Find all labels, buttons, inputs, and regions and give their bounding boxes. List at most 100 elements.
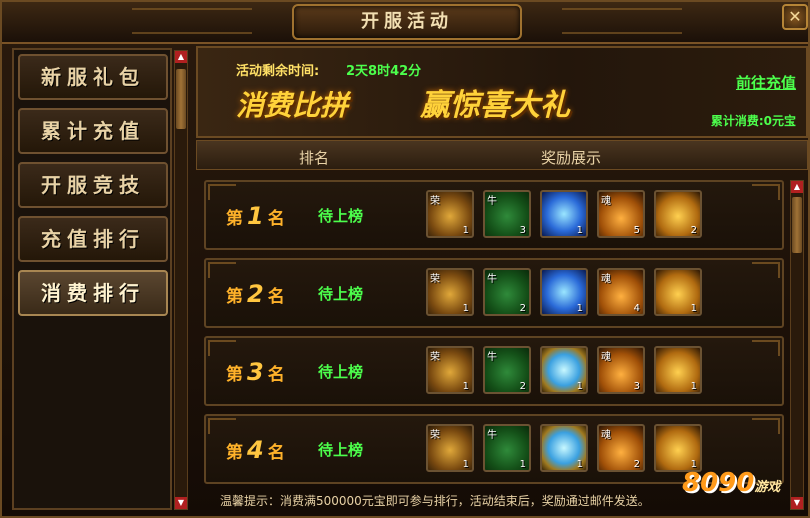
soul-bag-icon[interactable]: 魂5 bbox=[597, 190, 645, 238]
banner-title-right: 赢惊喜大礼 bbox=[420, 88, 570, 123]
title-bar: 开服活动 ✕ bbox=[2, 2, 808, 44]
golden-chest-icon[interactable]: 荣1 bbox=[426, 346, 474, 394]
golden-horn-icon[interactable]: 1 bbox=[654, 346, 702, 394]
blue-gem-icon[interactable]: 1 bbox=[540, 424, 588, 472]
sidebar: 新服礼包 累计充值 开服竞技 充值排行 消费排行 bbox=[12, 48, 172, 510]
rank-number: 2 bbox=[247, 280, 264, 308]
rank-label: 第4名 bbox=[226, 436, 285, 464]
item-tag: 荣 bbox=[430, 196, 440, 207]
item-tag: 荣 bbox=[430, 274, 440, 285]
column-header-rank: 排名 bbox=[299, 149, 330, 167]
item-qty: 2 bbox=[519, 381, 526, 392]
item-tag: 魂 bbox=[601, 274, 611, 285]
soul-bag-icon[interactable]: 魂4 bbox=[597, 268, 645, 316]
item-tag: 魂 bbox=[601, 196, 611, 207]
soul-bag-icon[interactable]: 魂3 bbox=[597, 346, 645, 394]
rank-suffix: 名 bbox=[267, 443, 285, 463]
golden-chest-icon[interactable]: 荣1 bbox=[426, 424, 474, 472]
item-qty: 5 bbox=[633, 225, 640, 236]
jade-chest-icon[interactable]: 牛2 bbox=[483, 268, 531, 316]
rank-number: 3 bbox=[247, 358, 264, 386]
blue-gem-icon[interactable]: 1 bbox=[540, 268, 588, 316]
rank-status: 待上榜 bbox=[318, 207, 364, 225]
rank-row-3: 第3名 待上榜 荣1 牛2 1 魂3 1 bbox=[204, 336, 784, 406]
sidebar-scroll-thumb[interactable] bbox=[176, 69, 186, 129]
golden-chest-icon[interactable]: 荣1 bbox=[426, 268, 474, 316]
footer-tip: 温馨提示：消费满500000元宝即可参与排行，活动结束后，奖励通过邮件发送。 bbox=[220, 494, 650, 508]
ranking-scrollbar[interactable]: ▲ ▼ bbox=[790, 180, 804, 510]
item-qty: 1 bbox=[576, 225, 583, 236]
sidebar-item-spend-ranking[interactable]: 消费排行 bbox=[18, 270, 168, 316]
jade-chest-icon[interactable]: 牛2 bbox=[483, 346, 531, 394]
item-qty: 3 bbox=[633, 381, 640, 392]
rank-label: 第1名 bbox=[226, 202, 285, 230]
rank-status: 待上榜 bbox=[318, 285, 364, 303]
title-ornament-left bbox=[132, 8, 252, 34]
jade-chest-icon[interactable]: 牛1 bbox=[483, 424, 531, 472]
soul-bag-icon[interactable]: 魂2 bbox=[597, 424, 645, 472]
golden-horn-icon[interactable]: 1 bbox=[654, 424, 702, 472]
rank-prefix: 第 bbox=[226, 287, 243, 307]
scroll-down-arrow-icon[interactable]: ▼ bbox=[175, 497, 187, 509]
sidebar-item-recharge-ranking[interactable]: 充值排行 bbox=[18, 216, 168, 262]
item-tag: 荣 bbox=[430, 352, 440, 363]
item-tag: 荣 bbox=[430, 430, 440, 441]
item-qty: 1 bbox=[462, 303, 469, 314]
sidebar-scrollbar[interactable]: ▲ ▼ bbox=[174, 50, 188, 510]
item-qty: 4 bbox=[633, 303, 640, 314]
rank-label: 第3名 bbox=[226, 358, 285, 386]
rank-row-2: 第2名 待上榜 荣1 牛2 1 魂4 1 bbox=[204, 258, 784, 328]
item-qty: 2 bbox=[519, 303, 526, 314]
item-tag: 牛 bbox=[487, 430, 497, 441]
item-qty: 1 bbox=[462, 459, 469, 470]
rank-status: 待上榜 bbox=[318, 441, 364, 459]
golden-horn-icon[interactable]: 1 bbox=[654, 268, 702, 316]
golden-horn-icon[interactable]: 2 bbox=[654, 190, 702, 238]
site-watermark-logo: 8090游戏 bbox=[682, 468, 808, 512]
item-qty: 1 bbox=[519, 459, 526, 470]
banner-title-left: 消费比拼 bbox=[236, 89, 349, 122]
watermark-sub-text: 游戏 bbox=[754, 480, 781, 495]
item-tag: 牛 bbox=[487, 274, 497, 285]
rank-prefix: 第 bbox=[226, 443, 243, 463]
rank-suffix: 名 bbox=[267, 209, 285, 229]
rank-suffix: 名 bbox=[267, 287, 285, 307]
rank-status: 待上榜 bbox=[318, 363, 364, 381]
scroll-up-arrow-icon[interactable]: ▲ bbox=[791, 181, 803, 193]
event-window: 开服活动 ✕ 新服礼包 累计充值 开服竞技 充值排行 消费排行 ▲ ▼ 活动剩余… bbox=[0, 0, 810, 518]
ranking-scroll-thumb[interactable] bbox=[792, 197, 802, 253]
column-header-rewards: 奖励展示 bbox=[541, 149, 602, 167]
jade-chest-icon[interactable]: 牛3 bbox=[483, 190, 531, 238]
window-title: 开服活动 bbox=[292, 4, 522, 40]
item-qty: 1 bbox=[462, 381, 469, 392]
item-tag: 魂 bbox=[601, 352, 611, 363]
main-panel: 活动剩余时间: 2天8时42分 消费比拼 赢惊喜大礼 前往充值 累计消费:0元宝… bbox=[196, 46, 808, 512]
item-tag: 牛 bbox=[487, 196, 497, 207]
time-remaining-label: 活动剩余时间: bbox=[236, 64, 320, 79]
rank-number: 1 bbox=[247, 202, 264, 230]
rank-suffix: 名 bbox=[267, 365, 285, 385]
sidebar-item-cumulative-recharge[interactable]: 累计充值 bbox=[18, 108, 168, 154]
scroll-up-arrow-icon[interactable]: ▲ bbox=[175, 51, 187, 63]
rank-prefix: 第 bbox=[226, 365, 243, 385]
table-header: 排名 奖励展示 bbox=[196, 140, 808, 170]
close-button[interactable]: ✕ bbox=[782, 4, 808, 30]
watermark-logo-text: 8090 bbox=[682, 468, 755, 498]
blue-gem-icon[interactable]: 1 bbox=[540, 190, 588, 238]
blue-gem-icon[interactable]: 1 bbox=[540, 346, 588, 394]
golden-chest-icon[interactable]: 荣1 bbox=[426, 190, 474, 238]
item-tag: 魂 bbox=[601, 430, 611, 441]
sidebar-item-new-server-gift[interactable]: 新服礼包 bbox=[18, 54, 168, 100]
time-remaining-value: 2天8时42分 bbox=[346, 64, 422, 79]
item-qty: 1 bbox=[462, 225, 469, 236]
rank-prefix: 第 bbox=[226, 209, 243, 229]
go-recharge-link[interactable]: 前往充值 bbox=[736, 72, 796, 93]
item-qty: 1 bbox=[576, 303, 583, 314]
event-banner: 活动剩余时间: 2天8时42分 消费比拼 赢惊喜大礼 前往充值 累计消费:0元宝 bbox=[196, 46, 808, 138]
rank-row-1: 第1名 待上榜 荣1 牛3 1 魂5 2 bbox=[204, 180, 784, 250]
item-qty: 2 bbox=[633, 459, 640, 470]
item-qty: 3 bbox=[519, 225, 526, 236]
rank-number: 4 bbox=[247, 436, 264, 464]
sidebar-item-server-arena[interactable]: 开服竞技 bbox=[18, 162, 168, 208]
item-qty: 1 bbox=[690, 303, 697, 314]
